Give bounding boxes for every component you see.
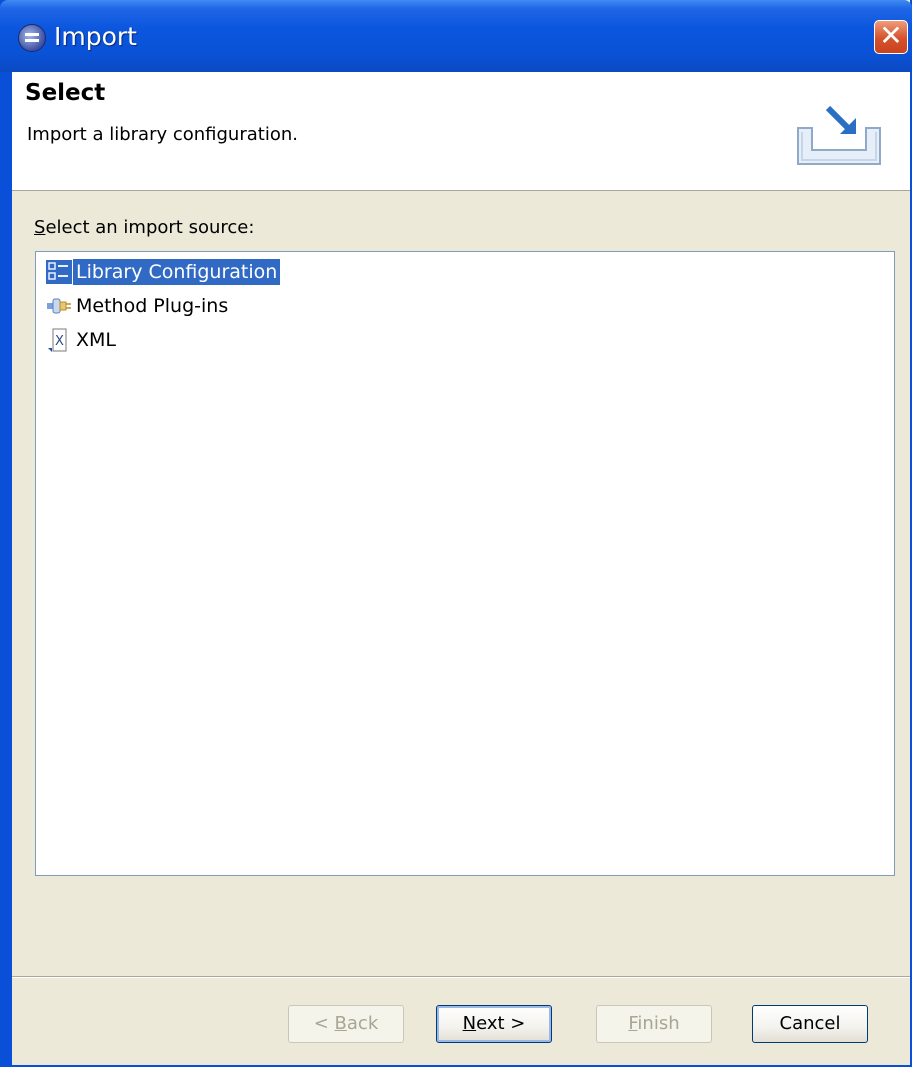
- source-label-text: elect an import source:: [45, 217, 255, 238]
- import-dialog: Import ✕ Select Import a library configu…: [0, 0, 912, 1067]
- back-button[interactable]: < Back: [288, 1005, 404, 1043]
- method-plugin-icon: [46, 294, 72, 318]
- import-source-label: Select an import source:: [34, 217, 254, 238]
- tree-item-label: Method Plug-ins: [76, 295, 229, 317]
- title-bar[interactable]: Import ✕: [0, 0, 912, 72]
- back-button-label: ack: [346, 1013, 379, 1034]
- page-description: Import a library configuration.: [27, 124, 298, 145]
- xml-file-icon: X: [46, 328, 72, 352]
- cancel-button-label: Cancel: [779, 1013, 841, 1034]
- window-title: Import: [54, 22, 137, 51]
- next-button-mnemonic: N: [462, 1013, 477, 1034]
- finish-button[interactable]: Finish: [596, 1005, 712, 1043]
- tree-item-label: XML: [76, 329, 116, 351]
- tree-item-library-configuration[interactable]: Library Configuration: [46, 258, 281, 286]
- svg-text:X: X: [55, 334, 64, 349]
- source-label-mnemonic: S: [34, 217, 46, 238]
- next-button[interactable]: Next >: [436, 1005, 552, 1043]
- back-button-mnemonic: B: [334, 1013, 347, 1034]
- next-button-label: ext >: [476, 1013, 526, 1034]
- page-title: Select: [25, 80, 106, 106]
- finish-button-label: inish: [637, 1013, 680, 1034]
- button-bar-separator: [12, 976, 910, 978]
- import-source-tree[interactable]: Library Configuration Method Plug-ins X: [35, 251, 895, 876]
- tree-item-method-plugins[interactable]: Method Plug-ins: [46, 292, 231, 320]
- close-button[interactable]: ✕: [874, 20, 908, 54]
- import-wizard-icon: [797, 105, 881, 165]
- wizard-header: Select Import a library configuration.: [12, 72, 910, 191]
- eclipse-app-icon: [18, 24, 46, 52]
- library-configuration-icon: [46, 260, 72, 284]
- tree-item-xml[interactable]: X XML: [46, 326, 119, 354]
- cancel-button[interactable]: Cancel: [752, 1005, 868, 1043]
- tree-item-label: Library Configuration: [73, 259, 281, 285]
- back-button-prefix: <: [313, 1013, 335, 1034]
